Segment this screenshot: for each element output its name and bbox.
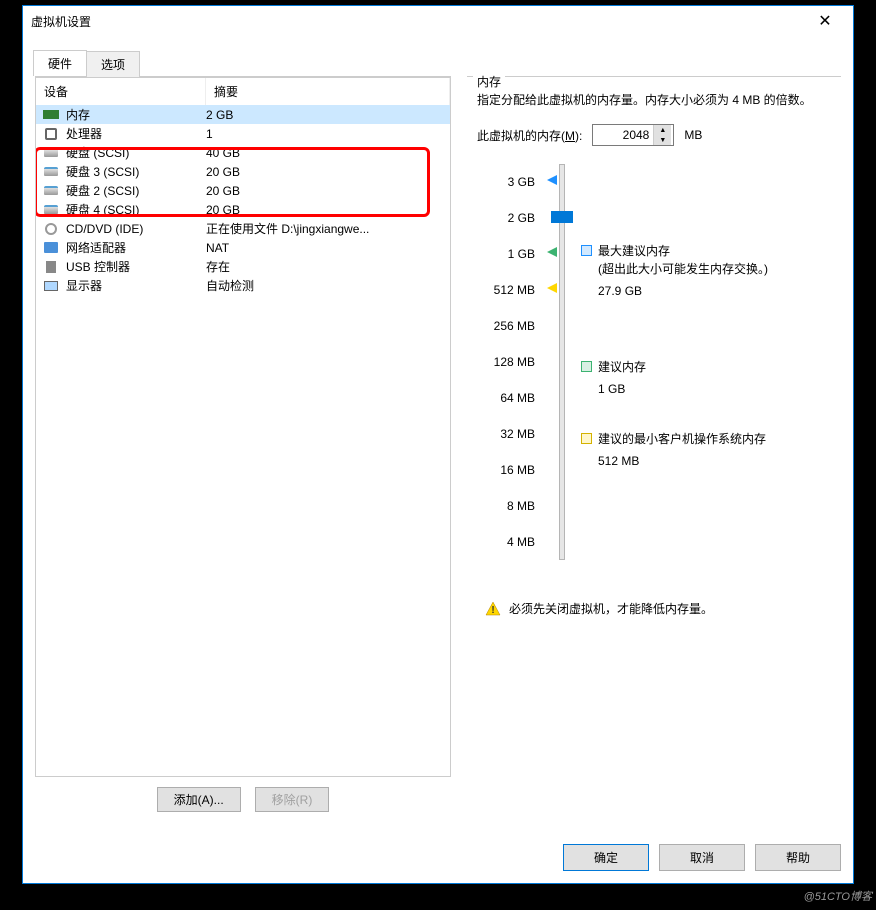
vm-settings-dialog: 虚拟机设置 ✕ 硬件 选项 设备 摘要 内存 2 GB 处理器 1 硬盘 (SCSI) 4… — [22, 5, 854, 884]
device-summary: NAT — [206, 241, 450, 255]
memory-panel: 内存 指定分配给此虚拟机的内存量。内存大小必须为 4 MB 的倍数。 此虚拟机的… — [467, 76, 841, 822]
tick-label: 16 MB — [477, 452, 535, 488]
tick-label: 1 GB — [477, 236, 535, 272]
mon-icon — [42, 279, 60, 293]
disk-icon — [42, 165, 60, 179]
slider-track — [559, 164, 565, 560]
memory-warning: ! 必须先关闭虚拟机，才能降低内存量。 — [477, 600, 831, 617]
spin-up-icon[interactable]: ▲ — [654, 125, 671, 135]
device-name: 硬盘 4 (SCSI) — [66, 201, 139, 218]
device-row[interactable]: 硬盘 3 (SCSI) 20 GB — [36, 162, 450, 181]
marker-rec-icon — [547, 247, 557, 257]
device-summary: 正在使用文件 D:\jingxiangwe... — [206, 220, 450, 237]
memory-spinbox[interactable]: ▲ ▼ — [592, 124, 674, 146]
max-rec-block: 最大建议内存 (超出此大小可能发生内存交换。) 27.9 GB — [581, 242, 768, 300]
marker-min-icon — [547, 283, 557, 293]
usb-icon — [42, 260, 60, 274]
device-name: 硬盘 (SCSI) — [66, 144, 129, 161]
device-row[interactable]: 显示器 自动检测 — [36, 276, 450, 295]
spin-down-icon[interactable]: ▼ — [654, 135, 671, 145]
memory-ticks: 3 GB2 GB1 GB512 MB256 MB128 MB64 MB32 MB… — [477, 164, 535, 560]
device-row[interactable]: 硬盘 (SCSI) 40 GB — [36, 143, 450, 162]
col-device[interactable]: 设备 — [36, 78, 206, 105]
device-list-header: 设备 摘要 — [36, 78, 450, 105]
green-square-icon — [581, 361, 592, 372]
close-button[interactable]: ✕ — [805, 7, 845, 35]
device-name: 内存 — [66, 106, 90, 123]
device-name: 显示器 — [66, 277, 102, 294]
device-row[interactable]: 网络适配器 NAT — [36, 238, 450, 257]
device-row[interactable]: CD/DVD (IDE) 正在使用文件 D:\jingxiangwe... — [36, 219, 450, 238]
device-summary: 20 GB — [206, 165, 450, 179]
disk-icon — [42, 146, 60, 160]
tick-label: 256 MB — [477, 308, 535, 344]
col-summary[interactable]: 摘要 — [206, 78, 450, 105]
memory-unit: MB — [684, 128, 702, 142]
min-rec-block: 建议的最小客户机操作系统内存 512 MB — [581, 430, 766, 470]
yellow-square-icon — [581, 433, 592, 444]
tab-options[interactable]: 选项 — [86, 51, 140, 77]
tick-label: 32 MB — [477, 416, 535, 452]
device-summary: 1 — [206, 127, 450, 141]
device-name: 网络适配器 — [66, 239, 126, 256]
device-name: 硬盘 2 (SCSI) — [66, 182, 139, 199]
tick-label: 4 MB — [477, 524, 535, 560]
ok-button[interactable]: 确定 — [563, 844, 649, 871]
disk-icon — [42, 203, 60, 217]
svg-text:!: ! — [491, 605, 494, 616]
marker-max-icon — [547, 175, 557, 185]
device-name: 硬盘 3 (SCSI) — [66, 163, 139, 180]
memory-input-label: 此虚拟机的内存(M): — [477, 127, 582, 144]
device-summary: 20 GB — [206, 203, 450, 217]
tick-label: 8 MB — [477, 488, 535, 524]
device-name: CD/DVD (IDE) — [66, 222, 143, 236]
remove-button: 移除(R) — [255, 787, 330, 812]
cpu-icon — [42, 127, 60, 141]
device-summary: 40 GB — [206, 146, 450, 160]
tick-label: 64 MB — [477, 380, 535, 416]
tick-label: 512 MB — [477, 272, 535, 308]
device-name: 处理器 — [66, 125, 102, 142]
mem-icon — [42, 108, 60, 122]
device-summary: 2 GB — [206, 108, 450, 122]
device-list: 设备 摘要 内存 2 GB 处理器 1 硬盘 (SCSI) 40 GB 硬盘 3 (SCSI… — [35, 77, 451, 777]
cd-icon — [42, 222, 60, 236]
tick-label: 128 MB — [477, 344, 535, 380]
memory-desc: 指定分配给此虚拟机的内存量。内存大小必须为 4 MB 的倍数。 — [477, 91, 831, 110]
device-row[interactable]: 硬盘 2 (SCSI) 20 GB — [36, 181, 450, 200]
device-row[interactable]: USB 控制器 存在 — [36, 257, 450, 276]
memory-legend: 内存 — [473, 73, 505, 90]
memory-slider[interactable] — [545, 164, 571, 560]
device-summary: 20 GB — [206, 184, 450, 198]
tick-label: 3 GB — [477, 164, 535, 200]
device-row[interactable]: 内存 2 GB — [36, 105, 450, 124]
dialog-title: 虚拟机设置 — [31, 13, 805, 30]
device-summary: 存在 — [206, 258, 450, 275]
device-row[interactable]: 处理器 1 — [36, 124, 450, 143]
add-button[interactable]: 添加(A)... — [157, 787, 241, 812]
tab-strip: 硬件 选项 — [23, 36, 853, 76]
slider-thumb[interactable] — [551, 211, 573, 223]
tab-hardware[interactable]: 硬件 — [33, 50, 87, 76]
blue-square-icon — [581, 245, 592, 256]
hardware-list-panel: 设备 摘要 内存 2 GB 处理器 1 硬盘 (SCSI) 40 GB 硬盘 3 (SCSI… — [35, 76, 451, 822]
rec-block: 建议内存 1 GB — [581, 358, 646, 398]
tick-label: 2 GB — [477, 200, 535, 236]
help-button[interactable]: 帮助 — [755, 844, 841, 871]
warning-icon: ! — [485, 601, 501, 617]
device-summary: 自动检测 — [206, 277, 450, 294]
net-icon — [42, 241, 60, 255]
device-row[interactable]: 硬盘 4 (SCSI) 20 GB — [36, 200, 450, 219]
disk-icon — [42, 184, 60, 198]
memory-input[interactable] — [593, 125, 653, 145]
device-name: USB 控制器 — [66, 258, 130, 275]
memory-fieldset: 内存 指定分配给此虚拟机的内存量。内存大小必须为 4 MB 的倍数。 此虚拟机的… — [467, 83, 841, 625]
watermark: @51CTO博客 — [804, 888, 872, 904]
cancel-button[interactable]: 取消 — [659, 844, 745, 871]
dialog-buttons: 确定 取消 帮助 — [23, 832, 853, 883]
titlebar: 虚拟机设置 ✕ — [23, 6, 853, 36]
